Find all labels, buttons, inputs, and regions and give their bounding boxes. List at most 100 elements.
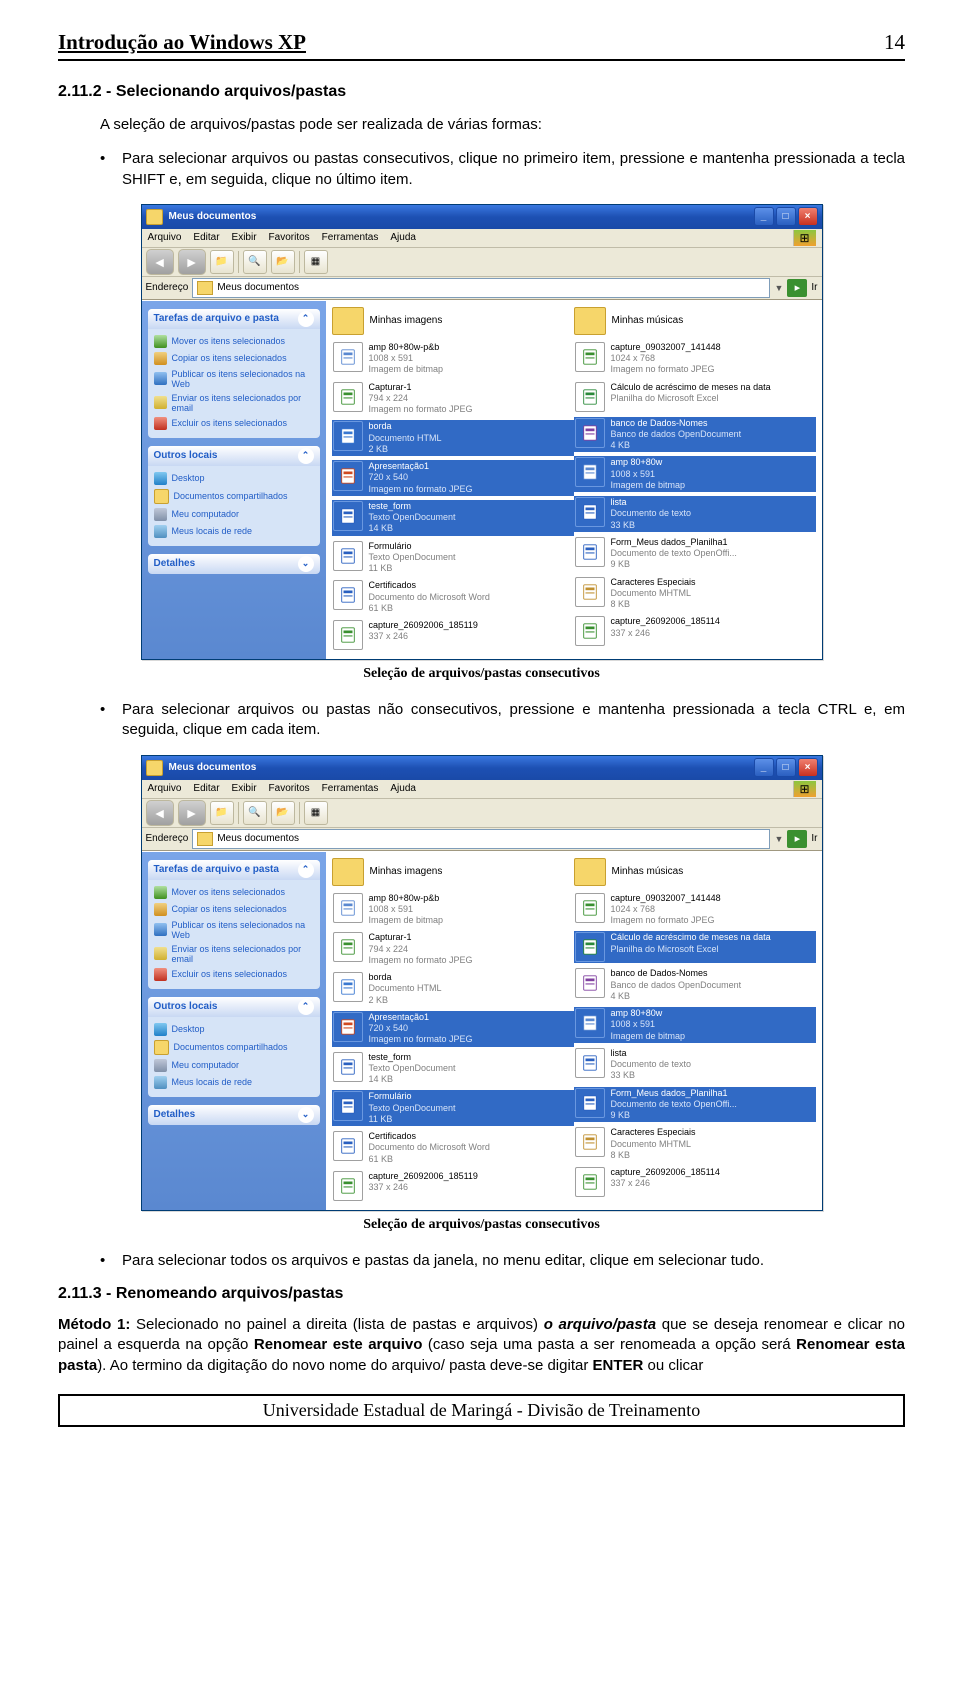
task-publish[interactable]: Publicar os itens selecionados na Web <box>152 367 316 391</box>
file-item[interactable]: Caracteres EspeciaisDocumento MHTML8 KB <box>574 576 816 612</box>
window-titlebar[interactable]: Meus documentos _ □ × <box>142 756 822 780</box>
address-field[interactable]: Meus documentos <box>192 829 770 849</box>
file-item[interactable]: Capturar-1794 x 224Imagem no formato JPE… <box>332 381 574 417</box>
place-desktop[interactable]: Desktop <box>152 1021 316 1038</box>
menu-editar[interactable]: Editar <box>193 783 219 794</box>
close-button[interactable]: × <box>798 758 818 777</box>
place-desktop[interactable]: Desktop <box>152 470 316 487</box>
file-item[interactable]: amp 80+80w1008 x 591Imagem de bitmap <box>574 1007 816 1043</box>
file-item[interactable]: amp 80+80w1008 x 591Imagem de bitmap <box>574 456 816 492</box>
menu-ferramentas[interactable]: Ferramentas <box>322 783 379 794</box>
file-item[interactable]: capture_26092006_185119337 x 246 <box>332 619 574 651</box>
folder-label[interactable]: Minhas músicas <box>612 315 684 326</box>
close-button[interactable]: × <box>798 207 818 226</box>
folders-button[interactable]: 📂 <box>271 801 295 825</box>
file-item[interactable]: CertificadosDocumento do Microsoft Word6… <box>332 579 574 615</box>
menu-arquivo[interactable]: Arquivo <box>148 783 182 794</box>
up-button[interactable]: 📁 <box>210 250 234 274</box>
place-shared[interactable]: Documentos compartilhados <box>152 1038 316 1057</box>
file-list[interactable]: Minhas imagens amp 80+80w-p&b1008 x 591Im… <box>326 301 822 659</box>
task-delete[interactable]: Excluir os itens selecionados <box>152 966 316 983</box>
task-move[interactable]: Mover os itens selecionados <box>152 333 316 350</box>
details-header[interactable]: Detalhes⌄ <box>148 554 320 574</box>
tasks-header[interactable]: Tarefas de arquivo e pasta⌃ <box>148 860 320 880</box>
views-button[interactable]: ▦ <box>304 250 328 274</box>
file-item[interactable]: teste_formTexto OpenDocument14 KB <box>332 500 574 536</box>
file-list[interactable]: Minhas imagens amp 80+80w-p&b1008 x 591Im… <box>326 852 822 1210</box>
forward-button[interactable]: ► <box>178 249 206 275</box>
file-item[interactable]: FormulárioTexto OpenDocument11 KB <box>332 540 574 576</box>
file-item[interactable]: Form_Meus dados_Planilha1Documento de te… <box>574 536 816 572</box>
file-item[interactable]: Cálculo de acréscimo de meses na dataPla… <box>574 381 816 413</box>
place-computer[interactable]: Meu computador <box>152 1057 316 1074</box>
views-button[interactable]: ▦ <box>304 801 328 825</box>
file-item[interactable]: listaDocumento de texto33 KB <box>574 1047 816 1083</box>
file-item[interactable]: capture_09032007_1414481024 x 768Imagem … <box>574 892 816 928</box>
file-item[interactable]: capture_26092006_185114337 x 246 <box>574 615 816 647</box>
place-computer[interactable]: Meu computador <box>152 506 316 523</box>
menu-ajuda[interactable]: Ajuda <box>390 783 416 794</box>
menu-favoritos[interactable]: Favoritos <box>269 783 310 794</box>
file-item[interactable]: capture_09032007_1414481024 x 768Imagem … <box>574 341 816 377</box>
file-item[interactable]: amp 80+80w-p&b1008 x 591Imagem de bitmap <box>332 892 574 928</box>
file-item[interactable]: amp 80+80w-p&b1008 x 591Imagem de bitmap <box>332 341 574 377</box>
task-delete[interactable]: Excluir os itens selecionados <box>152 415 316 432</box>
file-item[interactable]: Form_Meus dados_Planilha1Documento de te… <box>574 1087 816 1123</box>
place-network[interactable]: Meus locais de rede <box>152 1074 316 1091</box>
menu-editar[interactable]: Editar <box>193 232 219 243</box>
file-item[interactable]: Apresentação1720 x 540Imagem no formato … <box>332 1011 574 1047</box>
file-item[interactable]: banco de Dados-NomesBanco de dados OpenD… <box>574 967 816 1003</box>
folder-label[interactable]: Minhas imagens <box>370 866 443 877</box>
task-copy[interactable]: Copiar os itens selecionados <box>152 901 316 918</box>
menu-bar[interactable]: Arquivo Editar Exibir Favoritos Ferramen… <box>142 780 822 799</box>
task-move[interactable]: Mover os itens selecionados <box>152 884 316 901</box>
back-button[interactable]: ◄ <box>146 800 174 826</box>
file-item[interactable]: listaDocumento de texto33 KB <box>574 496 816 532</box>
file-item[interactable]: Cálculo de acréscimo de meses na dataPla… <box>574 931 816 963</box>
file-item[interactable]: CertificadosDocumento do Microsoft Word6… <box>332 1130 574 1166</box>
places-header[interactable]: Outros locais⌃ <box>148 997 320 1017</box>
menu-favoritos[interactable]: Favoritos <box>269 232 310 243</box>
folder-label[interactable]: Minhas músicas <box>612 866 684 877</box>
file-item[interactable]: Caracteres EspeciaisDocumento MHTML8 KB <box>574 1126 816 1162</box>
minimize-button[interactable]: _ <box>754 207 774 226</box>
folders-button[interactable]: 📂 <box>271 250 295 274</box>
task-email[interactable]: Enviar os itens selecionados por email <box>152 391 316 415</box>
up-button[interactable]: 📁 <box>210 801 234 825</box>
menu-exibir[interactable]: Exibir <box>232 232 257 243</box>
address-field[interactable]: Meus documentos <box>192 278 770 298</box>
maximize-button[interactable]: □ <box>776 758 796 777</box>
places-header[interactable]: Outros locais⌃ <box>148 446 320 466</box>
task-copy[interactable]: Copiar os itens selecionados <box>152 350 316 367</box>
file-item[interactable]: capture_26092006_185114337 x 246 <box>574 1166 816 1198</box>
window-titlebar[interactable]: Meus documentos _ □ × <box>142 205 822 229</box>
windows-flag-icon[interactable]: ⊞ <box>793 781 816 797</box>
chevron-up-icon[interactable]: ⌃ <box>298 448 314 464</box>
file-item[interactable]: Apresentação1720 x 540Imagem no formato … <box>332 460 574 496</box>
go-button[interactable]: ▸ <box>787 830 807 848</box>
file-item[interactable]: capture_26092006_185119337 x 246 <box>332 1170 574 1202</box>
menu-exibir[interactable]: Exibir <box>232 783 257 794</box>
menu-ajuda[interactable]: Ajuda <box>390 232 416 243</box>
maximize-button[interactable]: □ <box>776 207 796 226</box>
search-button[interactable]: 🔍 <box>243 250 267 274</box>
file-item[interactable]: Capturar-1794 x 224Imagem no formato JPE… <box>332 931 574 967</box>
chevron-down-icon[interactable]: ⌄ <box>298 556 314 572</box>
go-button[interactable]: ▸ <box>787 279 807 297</box>
file-item[interactable]: teste_formTexto OpenDocument14 KB <box>332 1051 574 1087</box>
task-publish[interactable]: Publicar os itens selecionados na Web <box>152 918 316 942</box>
search-button[interactable]: 🔍 <box>243 801 267 825</box>
back-button[interactable]: ◄ <box>146 249 174 275</box>
forward-button[interactable]: ► <box>178 800 206 826</box>
task-email[interactable]: Enviar os itens selecionados por email <box>152 942 316 966</box>
place-shared[interactable]: Documentos compartilhados <box>152 487 316 506</box>
details-header[interactable]: Detalhes⌄ <box>148 1105 320 1125</box>
file-item[interactable]: banco de Dados-NomesBanco de dados OpenD… <box>574 417 816 453</box>
folder-label[interactable]: Minhas imagens <box>370 315 443 326</box>
file-item[interactable]: bordaDocumento HTML2 KB <box>332 971 574 1007</box>
menu-ferramentas[interactable]: Ferramentas <box>322 232 379 243</box>
place-network[interactable]: Meus locais de rede <box>152 523 316 540</box>
file-item[interactable]: FormulárioTexto OpenDocument11 KB <box>332 1090 574 1126</box>
tasks-header[interactable]: Tarefas de arquivo e pasta⌃ <box>148 309 320 329</box>
file-item[interactable]: bordaDocumento HTML2 KB <box>332 420 574 456</box>
